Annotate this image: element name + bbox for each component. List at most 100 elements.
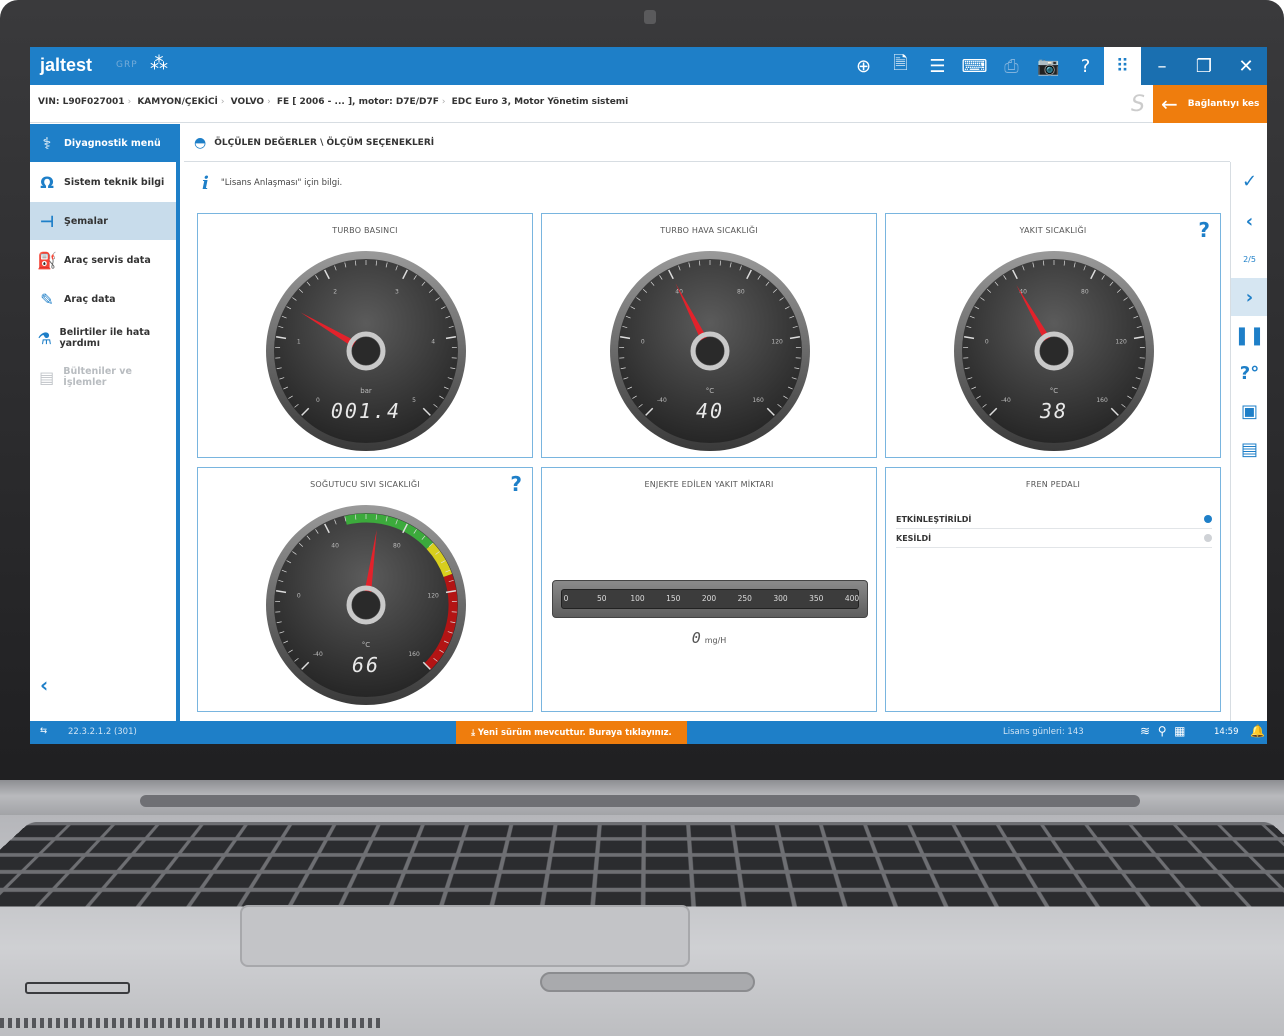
status-time: 14:59 (1214, 727, 1239, 737)
panel-title: SOĞUTUCU SIVI SICAKLIĞI (310, 480, 420, 489)
connection-s-icon: S (1131, 92, 1145, 117)
help-icon[interactable]: ? (1067, 47, 1104, 85)
panel-title: TURBO HAVA SICAKLIĞI (660, 226, 758, 235)
notification-bell-icon[interactable]: 🔔 (1250, 724, 1265, 738)
grp-logo-icon: ⁂ (150, 53, 168, 74)
breadcrumb: VIN: L90F027001 › KAMYON/ÇEKİCİ › VOLVO › F… (30, 85, 1267, 123)
right-toolbar: ✓ ‹ 2/5 › ❚❚ ?° ▣ ▤ (1230, 162, 1267, 722)
stethoscope-icon: ⚕ (42, 133, 52, 153)
wrench-icon: ✎ (40, 289, 54, 309)
sidebar-item-label: Sistem teknik bilgi (64, 176, 165, 188)
gauge-tick-label: 3 (395, 288, 399, 295)
next-page-icon[interactable]: › (1231, 278, 1267, 316)
info-bar[interactable]: i "Lisans Anlaşması" için bilgi. (184, 164, 1230, 202)
calendar-icon[interactable]: ▦ (1174, 724, 1185, 738)
fuel-bar-gauge: 0 50 100 150 200 250 300 350 400 (552, 580, 868, 618)
content-title: ÖLÇÜLEN DEĞERLER \ ÖLÇÜM SEÇENEKLERİ (214, 137, 435, 148)
sidebar-item[interactable]: ⊣ Şemalar (30, 202, 176, 240)
sidebar: ‹ ⚕ Diyagnostik menü Ω Sistem teknik bilgi ⊣… (30, 124, 180, 721)
gauge-tick-label: 0 (297, 592, 301, 599)
sidebar-item[interactable]: ✎ Araç data (30, 280, 176, 318)
panel-gauge: SOĞUTUCU SIVI SICAKLIĞI? -40 0 40 80 120 160 °C… (197, 467, 533, 712)
bar-tick-label: 400 (844, 594, 860, 603)
camera-icon[interactable]: 📷 (1030, 47, 1067, 85)
sidebar-item-label: Diyagnostik menü (64, 137, 161, 149)
gauge-tick-label: 40 (331, 542, 339, 549)
gauge-tick-label: 2 (333, 288, 337, 295)
gauge-tick-label: 160 (1096, 397, 1108, 404)
speaker-grille (0, 1018, 380, 1028)
apps-grid-icon[interactable]: ⠿ (1104, 47, 1141, 85)
update-available-button[interactable]: ⤓ Yeni sürüm mevcuttur. Buraya tıklayını… (456, 721, 687, 744)
app-logo: jaltest (40, 55, 93, 75)
disconnect-button[interactable]: ← Bağlantıyı kes (1153, 85, 1267, 123)
symptom-icon: ⚗ (37, 328, 52, 348)
brake-state-label: ETKİNLEŞTİRİLDİ (896, 514, 972, 524)
gauge-tick-label: 80 (1081, 288, 1089, 295)
breadcrumb-category[interactable]: KAMYON/ÇEKİCİ (137, 97, 218, 107)
gauge-tick-label: 5 (412, 397, 416, 404)
panel-fuel-quantity: ENJEKTE EDİLEN YAKIT MİKTARI 0 50 100 150 20… (541, 467, 877, 712)
restore-icon[interactable]: ❐ (1183, 47, 1225, 85)
usb-icon: ⇆ (40, 726, 48, 736)
sidebar-item-label: Araç data (64, 293, 116, 305)
bar-tick-label: 150 (666, 594, 681, 603)
prev-page-icon[interactable]: ‹ (1231, 202, 1267, 240)
sidebar-item[interactable]: Ω Sistem teknik bilgi (30, 163, 176, 201)
deck-slot (540, 972, 755, 992)
help-icon[interactable]: ? (510, 472, 522, 496)
sidebar-item-label: Belirtiler ile hata yardımı (59, 327, 151, 349)
sidebar-item[interactable]: ⛽ Araç servis data (30, 241, 176, 279)
gauge-tick-label: 80 (737, 288, 745, 295)
content-header: ◓ ÖLÇÜLEN DEĞERLER \ ÖLÇÜM SEÇENEKLERİ (184, 124, 1230, 162)
gauge-unit: °C (1050, 387, 1059, 395)
list-icon[interactable]: ☰ (919, 47, 956, 85)
sidebar-item[interactable]: ⚗ Belirtiler ile hata yardımı (30, 319, 176, 357)
title-toolbar: ⊕ 🗎 ☰ ⌨ ⎙ 📷? ⠿ – ❐ ✕ (845, 47, 1267, 85)
user-search-icon[interactable]: ⚲ (1158, 724, 1167, 738)
gauge-tick-label: 120 (1115, 338, 1127, 345)
gauge-tick-label: 120 (771, 338, 783, 345)
breadcrumb-model[interactable]: FE [ 2006 - ... ], motor: D7E/D7F (277, 97, 439, 107)
panel-title: ENJEKTE EDİLEN YAKIT MİKTARI (644, 480, 774, 489)
panel-gauge: TURBO HAVA SICAKLIĞI -40 0 40 80 120 160 °C 40 (541, 213, 877, 458)
breadcrumb-brand[interactable]: VOLVO (231, 97, 264, 107)
gauge-tick-label: 0 (641, 338, 645, 345)
gauge-hub-center (696, 337, 724, 365)
confirm-check-icon[interactable]: ✓ (1231, 162, 1267, 200)
bar-tick-label: 200 (701, 594, 717, 603)
clipboard-icon[interactable]: ▤ (1231, 430, 1267, 468)
gauge-readout: 66 (352, 653, 380, 677)
save-icon[interactable]: ▣ (1231, 392, 1267, 430)
webcam (644, 10, 656, 24)
panel-title: FREN PEDALI (1025, 480, 1081, 489)
info-icon: i (202, 172, 209, 194)
language-icon[interactable]: ⊕ (845, 47, 882, 85)
sidebar-item[interactable]: ⚕ Diyagnostik menü (30, 124, 176, 162)
help-settings-icon[interactable]: ?° (1231, 354, 1267, 392)
sidebar-item-label: Bülteniler ve İşlemler (63, 366, 132, 388)
update-label: Yeni sürüm mevcuttur. Buraya tıklayınız. (477, 727, 672, 738)
sidebar-collapse-icon[interactable]: ‹ (40, 673, 48, 697)
gauge-unit: °C (706, 387, 715, 395)
keyboard-icon[interactable]: ⌨ (956, 47, 993, 85)
printer-icon[interactable]: ⎙ (993, 47, 1030, 85)
sidebar-item-label: Şemalar (64, 215, 108, 227)
gauge-tick-label: -40 (657, 397, 667, 404)
minimize-icon[interactable]: – (1141, 47, 1183, 85)
breadcrumb-system[interactable]: EDC Euro 3, Motor Yönetim sistemi (452, 97, 629, 107)
document-icon[interactable]: 🗎 (882, 47, 919, 85)
gauge-dial: 0 1 2 3 4 5 bar 001.4 (266, 251, 466, 451)
pause-icon[interactable]: ❚❚ (1231, 316, 1267, 354)
breadcrumb-vin[interactable]: VIN: L90F027001 (38, 97, 125, 107)
help-icon[interactable]: ? (1198, 218, 1210, 242)
gauge-hub-center (352, 337, 380, 365)
deck-led (25, 982, 130, 994)
gauge-unit: °C (362, 641, 371, 649)
oil-can-icon: ⛽ (37, 250, 57, 270)
disconnect-label: Bağlantıyı kes (1187, 99, 1260, 109)
fuel-bar-track: 0 50 100 150 200 250 300 350 400 (561, 589, 859, 609)
close-icon[interactable]: ✕ (1225, 47, 1267, 85)
gauge-tick-label: 160 (408, 651, 420, 658)
wifi-icon[interactable]: ≋ (1140, 724, 1150, 738)
